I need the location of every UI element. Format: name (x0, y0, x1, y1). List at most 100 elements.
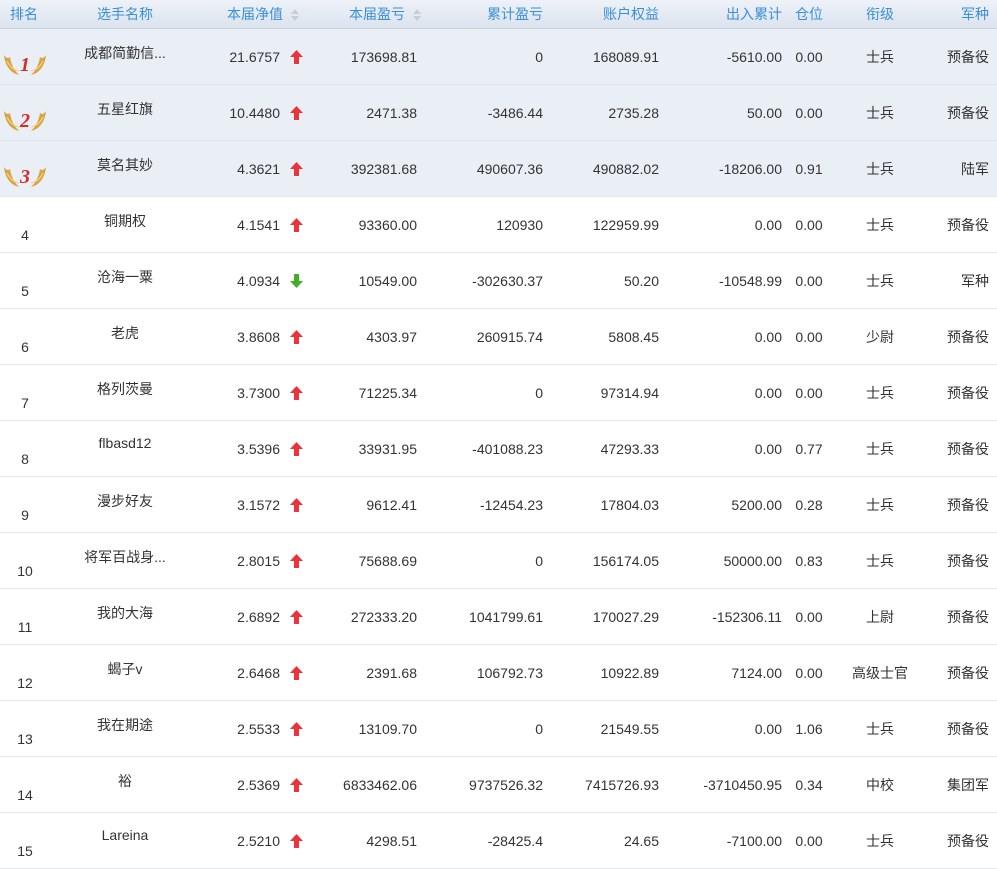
header-cumulative[interactable]: 累计盈亏 (423, 0, 545, 29)
nav-cell: 3.1572 (200, 476, 305, 533)
nav-cell: 2.6468 (200, 644, 305, 701)
cumulative-cell: -28425.4 (423, 812, 545, 869)
header-position[interactable]: 仓位 (784, 0, 834, 29)
arrow-up-icon (290, 386, 303, 401)
player-name[interactable]: 莫名其妙 (50, 140, 200, 197)
equity-cell: 21549.55 (545, 700, 661, 757)
sort-icon[interactable] (413, 9, 421, 21)
equity-cell: 5808.45 (545, 308, 661, 365)
flow-cell: 7124.00 (661, 644, 784, 701)
player-name[interactable]: 裕 (50, 756, 200, 813)
player-name[interactable]: 漫步好友 (50, 476, 200, 533)
position-cell: 0.83 (784, 532, 834, 589)
equity-cell: 2735.28 (545, 84, 661, 141)
header-grade[interactable]: 衔级 (834, 0, 926, 29)
player-name[interactable]: 铜期权 (50, 196, 200, 253)
player-name[interactable]: 成都简勤信... (50, 28, 200, 85)
nav-cell: 10.4480 (200, 84, 305, 141)
table-row[interactable]: 9 漫步好友 3.1572 9612.41 -12454.23 17804.03… (0, 476, 997, 533)
nav-value: 4.1541 (237, 217, 280, 234)
table-row[interactable]: 4 铜期权 4.1541 93360.00 120930 122959.99 0… (0, 196, 997, 253)
table-row[interactable]: 14 裕 2.5369 6833462.06 9737526.32 741572… (0, 756, 997, 813)
nav-value: 3.8608 (237, 329, 280, 346)
rank-cell: 5 (0, 252, 50, 309)
position-cell: 0.00 (784, 308, 834, 365)
profit-cell: 2391.68 (305, 644, 423, 701)
player-name[interactable]: 格列茨曼 (50, 364, 200, 421)
profit-cell: 10549.00 (305, 252, 423, 309)
profit-cell: 75688.69 (305, 532, 423, 589)
profit-cell: 33931.95 (305, 420, 423, 477)
position-cell: 0.91 (784, 140, 834, 197)
arrow-up-icon (290, 50, 303, 65)
player-name[interactable]: 我的大海 (50, 588, 200, 645)
header-equity[interactable]: 账户权益 (545, 0, 661, 29)
arrow-up-icon (290, 162, 303, 177)
grade-cell: 少尉 (834, 308, 926, 365)
table-row[interactable]: 8 flbasd12 3.5396 33931.95 -401088.23 47… (0, 420, 997, 477)
table-row[interactable]: 12 蝎子v 2.6468 2391.68 106792.73 10922.89… (0, 644, 997, 701)
branch-cell: 预备役 (926, 812, 997, 869)
cumulative-cell: 0 (423, 532, 545, 589)
table-row[interactable]: 15 Lareina 2.5210 4298.51 -28425.4 24.65… (0, 812, 997, 869)
nav-cell: 4.3621 (200, 140, 305, 197)
profit-cell: 4298.51 (305, 812, 423, 869)
header-branch[interactable]: 军种 (926, 0, 997, 29)
grade-cell: 士兵 (834, 252, 926, 309)
flow-cell: -7100.00 (661, 812, 784, 869)
table-row[interactable]: 1 成都简勤信... 21.6757 173698.81 0 168089.91… (0, 28, 997, 85)
branch-cell: 预备役 (926, 84, 997, 141)
cumulative-cell: 260915.74 (423, 308, 545, 365)
rank-cell: 12 (0, 644, 50, 701)
branch-cell: 陆军 (926, 140, 997, 197)
flow-cell: -10548.99 (661, 252, 784, 309)
player-name[interactable]: 老虎 (50, 308, 200, 365)
header-name[interactable]: 选手名称 (50, 0, 200, 29)
header-nav[interactable]: 本届净值 (200, 0, 305, 29)
table-row[interactable]: 13 我在期途 2.5533 13109.70 0 21549.55 0.00 … (0, 700, 997, 757)
nav-cell: 4.0934 (200, 252, 305, 309)
rank-cell: 1 (0, 28, 50, 85)
player-name[interactable]: 蝎子v (50, 644, 200, 701)
player-name[interactable]: 我在期途 (50, 700, 200, 757)
cumulative-cell: -12454.23 (423, 476, 545, 533)
header-profit[interactable]: 本届盈亏 (305, 0, 423, 29)
rank-cell: 15 (0, 812, 50, 869)
cumulative-cell: 490607.36 (423, 140, 545, 197)
nav-cell: 3.7300 (200, 364, 305, 421)
medal-rank-number: 2 (19, 110, 30, 132)
header-flow[interactable]: 出入累计 (661, 0, 784, 29)
table-row[interactable]: 5 沧海一粟 4.0934 10549.00 -302630.37 50.20 … (0, 252, 997, 309)
cumulative-cell: -302630.37 (423, 252, 545, 309)
player-name[interactable]: Lareina (50, 812, 200, 869)
player-name[interactable]: 五星红旗 (50, 84, 200, 141)
nav-value: 2.5210 (237, 833, 280, 850)
table-row[interactable]: 6 老虎 3.8608 4303.97 260915.74 5808.45 0.… (0, 308, 997, 365)
nav-value: 21.6757 (229, 49, 280, 66)
player-name[interactable]: 沧海一粟 (50, 252, 200, 309)
player-name[interactable]: flbasd12 (50, 420, 200, 477)
cumulative-cell: 0 (423, 700, 545, 757)
table-row[interactable]: 3 莫名其妙 4.3621 392381.68 490607.36 490882… (0, 140, 997, 197)
nav-cell: 2.6892 (200, 588, 305, 645)
flow-cell: -18206.00 (661, 140, 784, 197)
nav-cell: 2.8015 (200, 532, 305, 589)
flow-cell: -152306.11 (661, 588, 784, 645)
profit-cell: 173698.81 (305, 28, 423, 85)
header-rank[interactable]: 排名 (0, 0, 50, 29)
grade-cell: 高级士官 (834, 644, 926, 701)
table-row[interactable]: 11 我的大海 2.6892 272333.20 1041799.61 1700… (0, 588, 997, 645)
profit-cell: 4303.97 (305, 308, 423, 365)
table-row[interactable]: 2 五星红旗 10.4480 2471.38 -3486.44 2735.28 … (0, 84, 997, 141)
sort-icon[interactable] (291, 9, 299, 21)
branch-cell: 预备役 (926, 364, 997, 421)
table-row[interactable]: 7 格列茨曼 3.7300 71225.34 0 97314.94 0.00 0… (0, 364, 997, 421)
equity-cell: 490882.02 (545, 140, 661, 197)
cumulative-cell: 106792.73 (423, 644, 545, 701)
nav-value: 4.0934 (237, 273, 280, 290)
grade-cell: 士兵 (834, 364, 926, 421)
table-row[interactable]: 10 将军百战身... 2.8015 75688.69 0 156174.05 … (0, 532, 997, 589)
nav-cell: 3.8608 (200, 308, 305, 365)
medal-icon: 2 (2, 105, 48, 133)
player-name[interactable]: 将军百战身... (50, 532, 200, 589)
